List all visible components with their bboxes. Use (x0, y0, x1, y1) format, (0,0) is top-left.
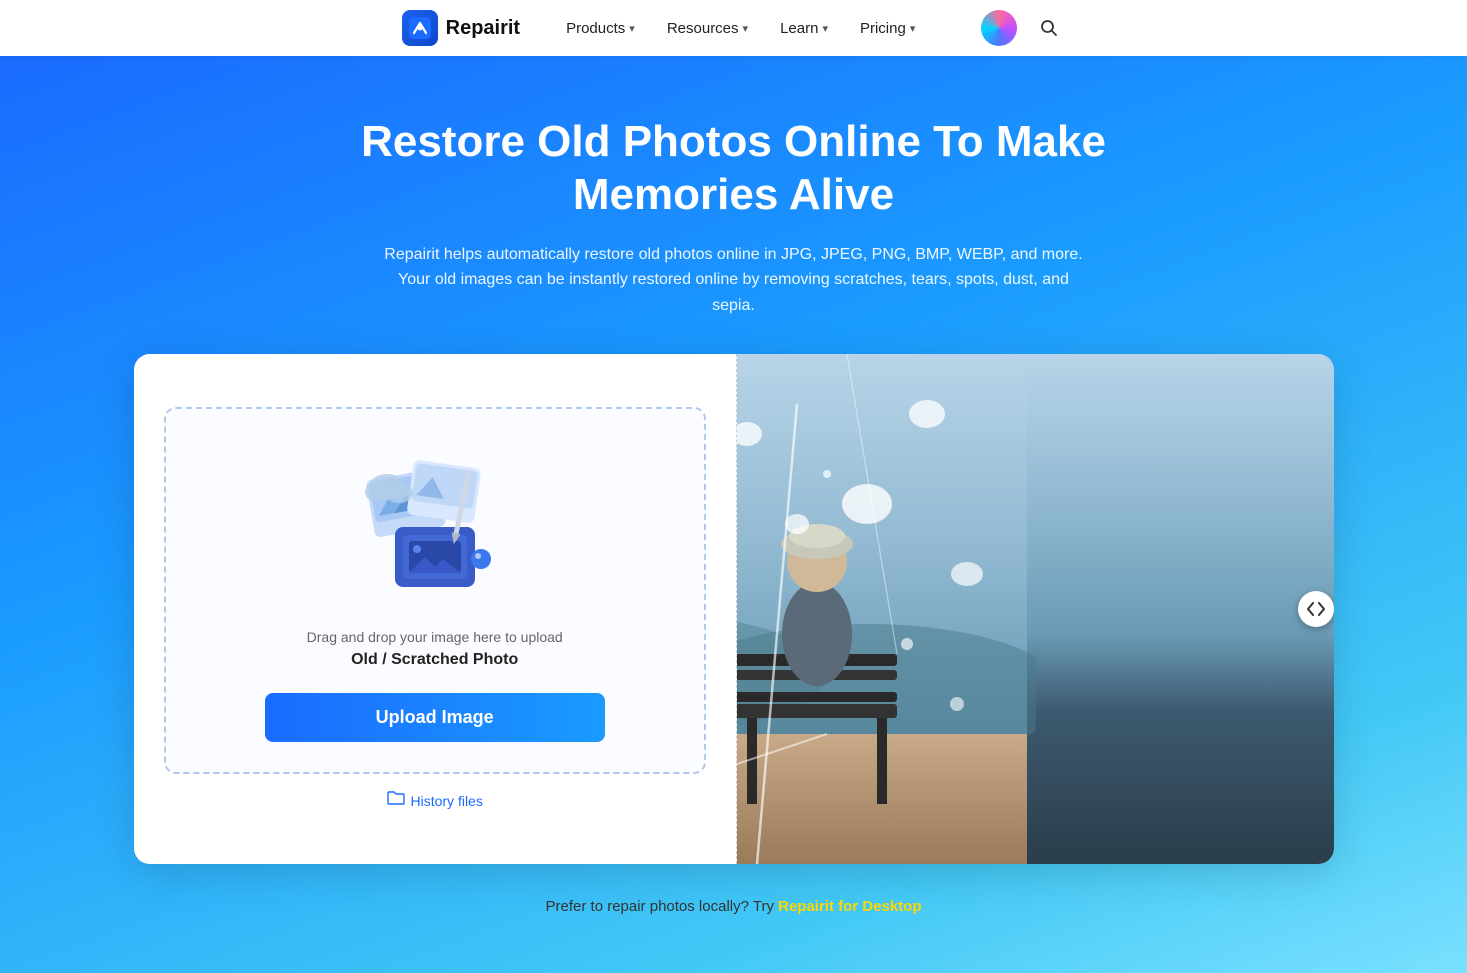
nav-resources[interactable]: Resources ▾ (653, 12, 762, 45)
drag-text: Drag and drop your image here to upload (307, 629, 563, 645)
history-label: History files (411, 793, 483, 809)
nav-learn[interactable]: Learn ▾ (766, 12, 842, 45)
upload-panel: Drag and drop your image here to upload … (134, 354, 737, 864)
folder-icon (387, 790, 405, 811)
chevron-down-icon: ▾ (629, 22, 635, 35)
logo-text: Repairit (446, 17, 520, 40)
hero-subtitle: Repairit helps automatically restore old… (384, 242, 1084, 319)
chevron-down-icon: ▾ (910, 22, 916, 35)
search-button[interactable] (1033, 12, 1065, 44)
upload-illustration (355, 449, 515, 609)
nav-links: Products ▾ Resources ▾ Learn ▾ Pricing ▾ (552, 12, 929, 45)
logo-icon (402, 10, 438, 46)
bottom-bar: Prefer to repair photos locally? Try Rep… (20, 880, 1447, 933)
hero-section: Restore Old Photos Online To Make Memori… (0, 56, 1467, 973)
bench-scene (737, 354, 1035, 864)
logo-link[interactable]: Repairit (402, 10, 520, 46)
nav-right (981, 10, 1065, 46)
history-files-link[interactable]: History files (387, 790, 483, 811)
photo-panel (737, 354, 1334, 864)
chevron-down-icon: ▾ (822, 22, 828, 35)
desktop-link[interactable]: Repairit for Desktop (778, 898, 921, 915)
nav-pricing[interactable]: Pricing ▾ (846, 12, 929, 45)
avatar[interactable] (981, 10, 1017, 46)
upload-image-button[interactable]: Upload Image (265, 693, 605, 742)
main-card: Drag and drop your image here to upload … (134, 354, 1334, 864)
navbar: Repairit Products ▾ Resources ▾ Learn ▾ … (0, 0, 1467, 56)
nav-products[interactable]: Products ▾ (552, 12, 649, 45)
image-comparison-slider[interactable] (1298, 591, 1334, 627)
hero-title: Restore Old Photos Online To Make Memori… (284, 116, 1184, 222)
photo-type-text: Old / Scratched Photo (351, 651, 518, 669)
upload-dropzone[interactable]: Drag and drop your image here to upload … (164, 407, 706, 774)
bottom-bar-text: Prefer to repair photos locally? Try (546, 898, 779, 915)
chevron-down-icon: ▾ (743, 22, 749, 35)
